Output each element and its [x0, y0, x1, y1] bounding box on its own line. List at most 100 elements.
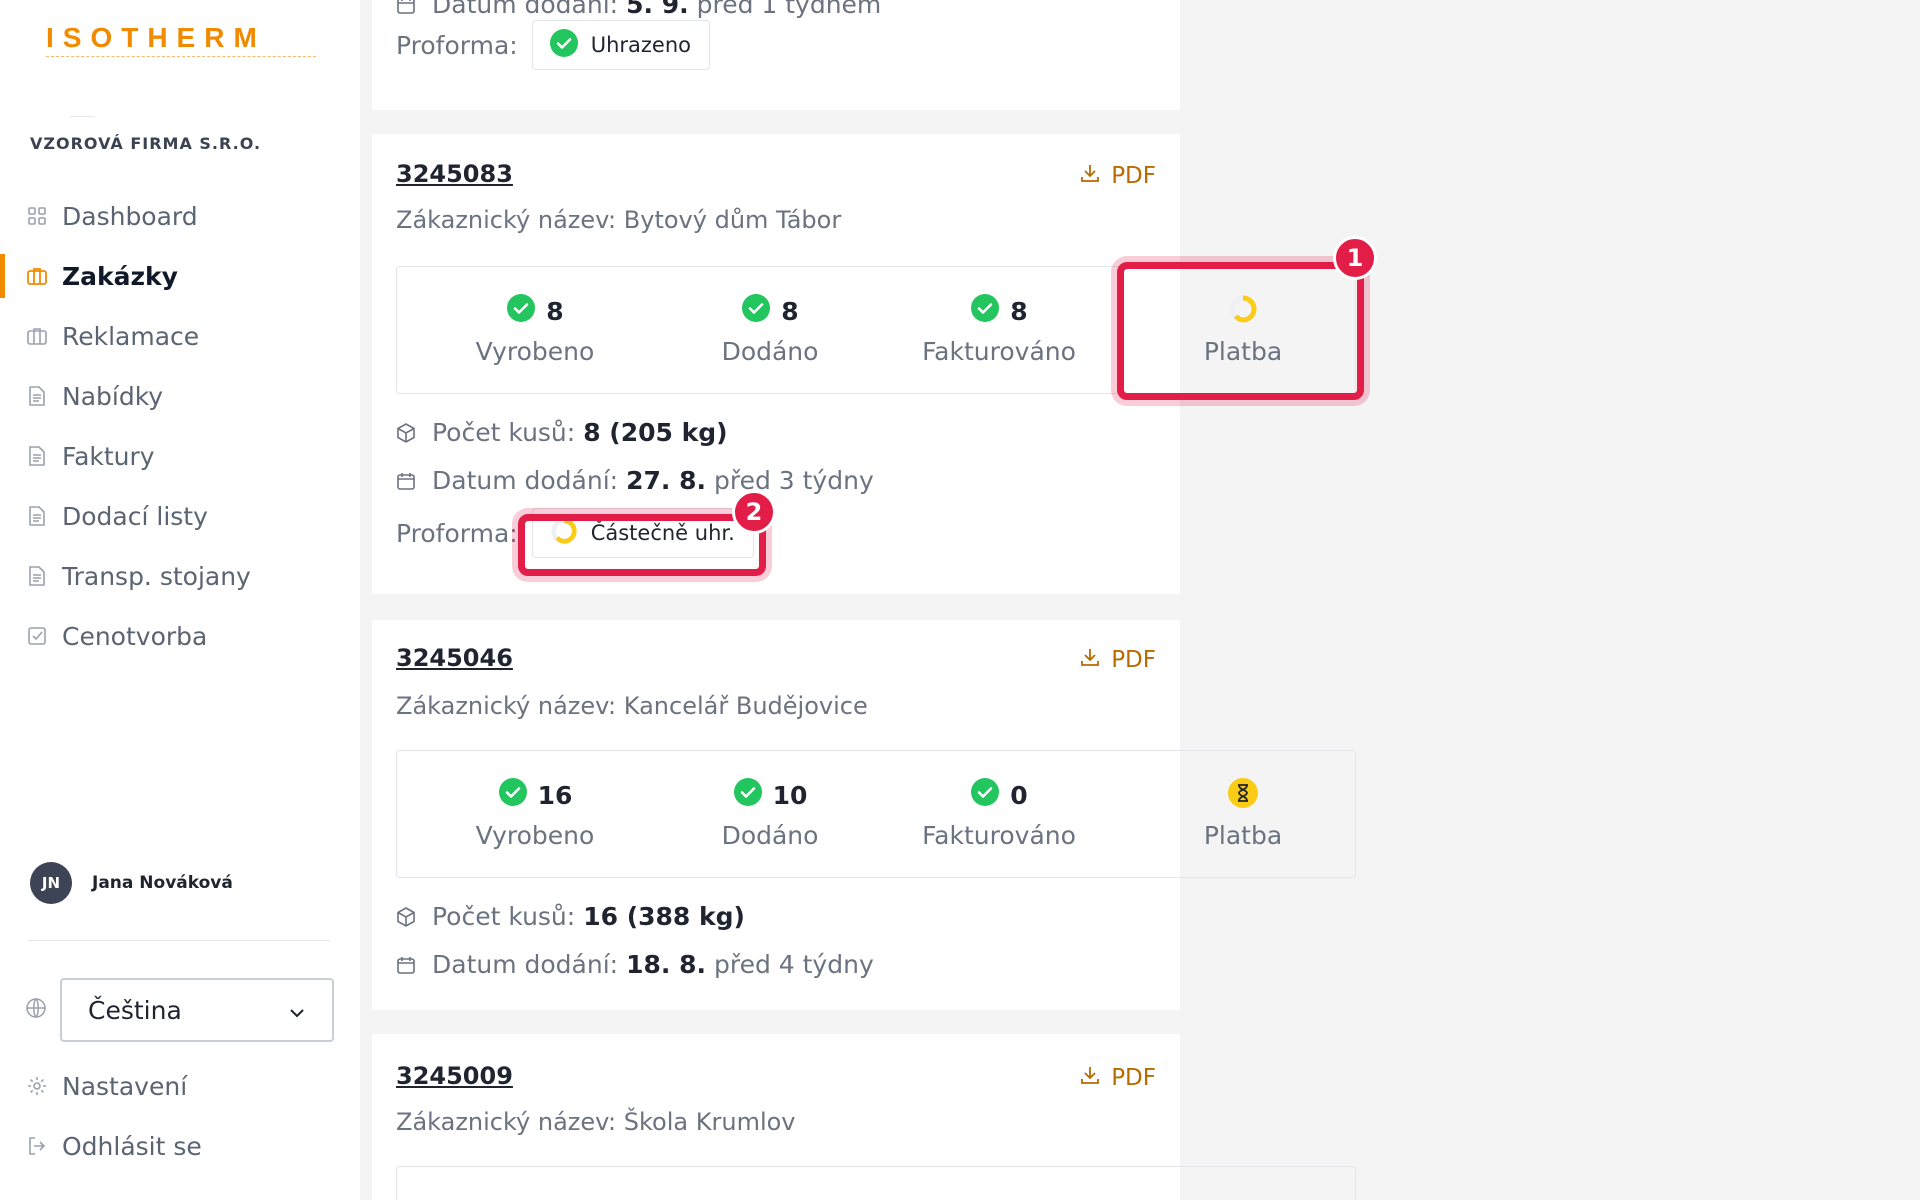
status-panel — [396, 1166, 1356, 1200]
sidebar: ISOTHERM VZOROVÁ FIRMA S.R.O. Dashboard … — [0, 0, 360, 1200]
stat-invoiced: 8 Fakturováno — [909, 267, 1089, 395]
nav-label: Odhlásit se — [62, 1131, 202, 1161]
pdf-download-button[interactable]: PDF — [1079, 1064, 1156, 1092]
check-circle-icon — [970, 293, 1000, 329]
order-number-link[interactable]: 3245083 — [396, 160, 513, 188]
proforma-row: Proforma: Uhrazeno — [396, 20, 710, 70]
customer-prefix: Zákaznický název: — [396, 206, 617, 234]
delivery-value: 18. 8. — [626, 950, 706, 979]
delivery-value: 27. 8. — [626, 466, 706, 495]
calendar-icon — [396, 471, 418, 491]
pdf-label: PDF — [1111, 647, 1156, 673]
nav-label: Dodací listy — [62, 501, 208, 531]
stat-label: Vyrobeno — [475, 337, 595, 366]
stat-value: 0 — [1010, 780, 1028, 810]
company-name: VZOROVÁ FIRMA S.R.O. — [30, 134, 262, 153]
language-value: Čeština — [88, 995, 182, 1025]
user-name: Jana Nováková — [92, 873, 233, 893]
language-select[interactable]: Čeština — [60, 978, 334, 1042]
nav-label: Nabídky — [62, 381, 164, 411]
nav-item-reklamace[interactable]: Reklamace — [0, 306, 360, 366]
download-icon — [1079, 1064, 1101, 1092]
customer-value: Bytový dům Tábor — [623, 206, 842, 234]
pdf-label: PDF — [1111, 163, 1156, 189]
order-number-link[interactable]: 3245009 — [396, 1062, 513, 1090]
nav-item-zakazky[interactable]: Zakázky — [0, 246, 360, 306]
company-logo[interactable]: ISOTHERM — [46, 22, 266, 54]
package-icon — [396, 422, 418, 444]
nav-item-nabidky[interactable]: Nabídky — [0, 366, 360, 426]
logo-underline — [46, 56, 316, 57]
stat-delivered: 8 Dodáno — [680, 267, 860, 395]
nav-item-transp-stojany[interactable]: Transp. stojany — [0, 546, 360, 606]
language-row: Čeština — [24, 978, 334, 1042]
order-card: 3245083 PDF Zákaznický název: Bytový dům… — [372, 134, 1356, 594]
order-card: 3245009 PDF Zákaznický název: Škola Krum… — [372, 1034, 1356, 1200]
stat-value: 16 — [537, 780, 573, 810]
order-card: Datum dodání: 5. 9. před 1 týdnem Profor… — [372, 0, 1180, 110]
proforma-label: Proforma: — [396, 518, 518, 548]
delivery-date-row: Datum dodání: 27. 8. před 3 týdny — [396, 466, 874, 495]
pdf-download-button[interactable]: PDF — [1079, 646, 1156, 674]
pdf-download-button[interactable]: PDF — [1079, 162, 1156, 190]
stat-payment[interactable]: Platba — [1153, 751, 1333, 879]
globe-icon — [24, 996, 48, 1024]
stat-label: Dodáno — [721, 821, 819, 850]
customer-prefix: Zákaznický název: — [396, 692, 617, 720]
nav-item-faktury[interactable]: Faktury — [0, 426, 360, 486]
check-circle-icon — [498, 777, 528, 813]
pieces-row: Počet kusů: 8 (205 kg) — [396, 418, 728, 447]
stat-label: Platba — [1203, 821, 1283, 850]
check-circle-icon — [549, 28, 579, 63]
delivery-label: Datum dodání: — [432, 466, 619, 495]
stat-produced: 16 Vyrobeno — [445, 751, 625, 879]
nav-item-logout[interactable]: Odhlásit se — [0, 1116, 360, 1176]
customer-name: Zákaznický název: Kancelář Budějovice — [396, 692, 868, 720]
order-card: 3245046 PDF Zákaznický název: Kancelář B… — [372, 620, 1356, 1010]
stat-label: Fakturováno — [922, 337, 1076, 366]
hourglass-icon — [1227, 777, 1259, 815]
customer-prefix: Zákaznický název: — [396, 1108, 617, 1136]
pieces-value: 16 (388 kg) — [583, 902, 745, 931]
stat-value: 10 — [772, 780, 808, 810]
nav-item-settings[interactable]: Nastavení — [0, 1056, 360, 1116]
delivery-relative: před 4 týdny — [713, 950, 874, 979]
delivery-relative: před 1 týdnem — [696, 0, 882, 19]
pieces-value: 8 (205 kg) — [583, 418, 728, 447]
stat-label: Vyrobeno — [475, 821, 595, 850]
delivery-label: Datum dodání: — [432, 950, 619, 979]
delivery-value: 5. 9. — [626, 0, 689, 19]
nav-item-dashboard[interactable]: Dashboard — [0, 186, 360, 246]
chevron-down-icon — [288, 996, 306, 1025]
stat-value: 8 — [546, 296, 564, 326]
nav-label: Transp. stojany — [62, 561, 251, 591]
nav-label: Reklamace — [62, 321, 200, 351]
gear-icon — [26, 1075, 48, 1097]
pieces-row: Počet kusů: 16 (388 kg) — [396, 902, 745, 931]
proforma-label: Proforma: — [396, 30, 518, 60]
nav-item-dodaci-listy[interactable]: Dodací listy — [0, 486, 360, 546]
check-circle-icon — [506, 293, 536, 329]
pdf-label: PDF — [1111, 1065, 1156, 1091]
check-circle-icon — [970, 777, 1000, 813]
nav-label: Faktury — [62, 441, 155, 471]
grid-icon — [26, 205, 48, 227]
proforma-status-badge[interactable]: Uhrazeno — [531, 20, 710, 70]
stat-value: 8 — [1010, 296, 1028, 326]
stat-produced: 8 Vyrobeno — [445, 267, 625, 395]
order-number-link[interactable]: 3245046 — [396, 644, 513, 672]
bottom-nav: Nastavení Odhlásit se — [0, 1056, 360, 1176]
divider — [28, 940, 330, 941]
pieces-label: Počet kusů: — [432, 418, 576, 447]
nav-item-cenotvorba[interactable]: Cenotvorba — [0, 606, 360, 666]
customer-name: Zákaznický název: Škola Krumlov — [396, 1108, 796, 1136]
package-icon — [396, 906, 418, 928]
nav-label: Cenotvorba — [62, 621, 208, 651]
stat-invoiced: 0 Fakturováno — [909, 751, 1089, 879]
document-icon — [26, 445, 48, 467]
delivery-date-row: Datum dodání: 5. 9. před 1 týdnem — [396, 0, 881, 19]
nav-label: Nastavení — [62, 1071, 188, 1101]
user-profile[interactable]: JN Jana Nováková — [30, 862, 233, 904]
download-icon — [1079, 646, 1101, 674]
document-icon — [26, 565, 48, 587]
